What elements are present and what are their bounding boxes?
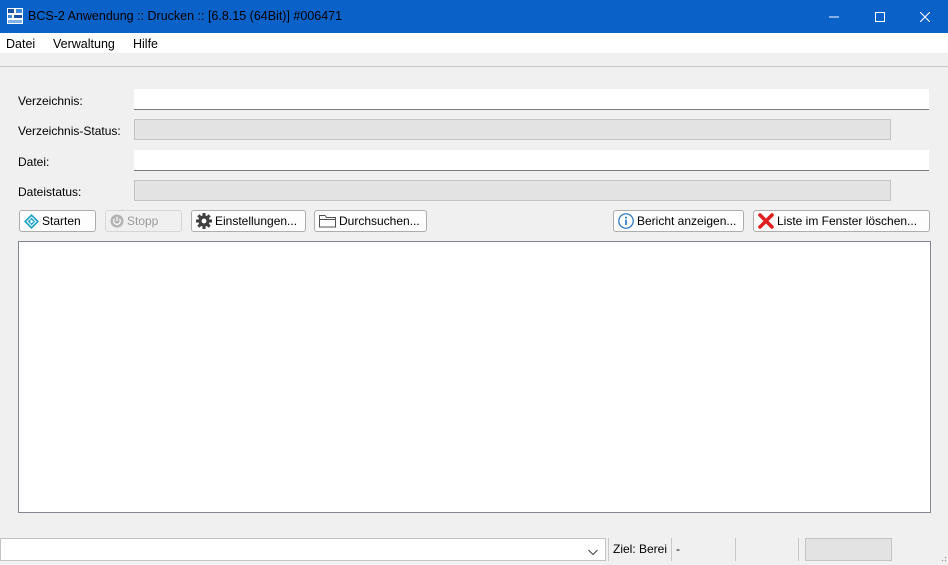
menu-hilfe[interactable]: Hilfe xyxy=(133,37,158,51)
start-label: Starten xyxy=(42,214,81,228)
maximize-button[interactable] xyxy=(857,0,903,33)
dateistatus-field xyxy=(134,180,891,201)
status-separator xyxy=(671,538,672,561)
menu-divider xyxy=(0,66,948,67)
report-label: Bericht anzeigen... xyxy=(637,214,737,228)
stop-button[interactable]: Stopp xyxy=(105,210,182,232)
datei-label: Datei: xyxy=(18,155,50,169)
status-separator xyxy=(798,538,799,561)
target-status-text: Ziel: Berei xyxy=(613,542,668,556)
bcs-app-icon[interactable] xyxy=(7,8,23,24)
maximize-icon xyxy=(875,11,885,22)
target-status-value: - xyxy=(676,542,680,556)
clear-list-button[interactable]: Liste im Fenster löschen... xyxy=(753,210,930,232)
power-icon xyxy=(110,214,124,228)
browse-button[interactable]: Durchsuchen... xyxy=(314,210,427,232)
minimize-icon xyxy=(829,16,839,17)
stop-label: Stopp xyxy=(127,214,159,228)
clear-list-label: Liste im Fenster löschen... xyxy=(777,214,918,228)
start-button[interactable]: Starten xyxy=(19,210,96,232)
dateistatus-label: Dateistatus: xyxy=(18,185,82,199)
chevron-down-icon[interactable] xyxy=(588,545,598,559)
output-list[interactable] xyxy=(18,241,931,513)
browse-label: Durchsuchen... xyxy=(339,214,420,228)
settings-label: Einstellungen... xyxy=(215,214,298,228)
minimize-button[interactable] xyxy=(811,0,857,33)
resize-grip-icon[interactable] xyxy=(938,551,947,565)
verzeichnis-label: Verzeichnis: xyxy=(18,94,83,108)
status-progress-field xyxy=(805,538,892,561)
folder-icon xyxy=(319,215,336,228)
window-title: BCS-2 Anwendung :: Drucken :: [6.8.15 (6… xyxy=(28,9,343,23)
verzeichnis-status-field xyxy=(134,119,891,140)
status-combo[interactable] xyxy=(0,538,606,561)
verzeichnis-status-label: Verzeichnis-Status: xyxy=(18,124,121,138)
gear-icon xyxy=(196,213,212,229)
red-x-icon xyxy=(758,213,774,229)
verzeichnis-input[interactable] xyxy=(134,89,929,110)
status-separator xyxy=(735,538,736,561)
info-icon xyxy=(618,213,634,229)
close-button[interactable] xyxy=(902,0,948,33)
menu-datei[interactable]: Datei xyxy=(6,37,35,51)
report-button[interactable]: Bericht anzeigen... xyxy=(613,210,744,232)
close-icon xyxy=(920,11,930,22)
play-diamond-icon xyxy=(24,213,39,229)
status-separator xyxy=(608,538,609,561)
datei-input[interactable] xyxy=(134,150,929,171)
menu-verwaltung[interactable]: Verwaltung xyxy=(53,37,115,51)
settings-button[interactable]: Einstellungen... xyxy=(191,210,306,232)
